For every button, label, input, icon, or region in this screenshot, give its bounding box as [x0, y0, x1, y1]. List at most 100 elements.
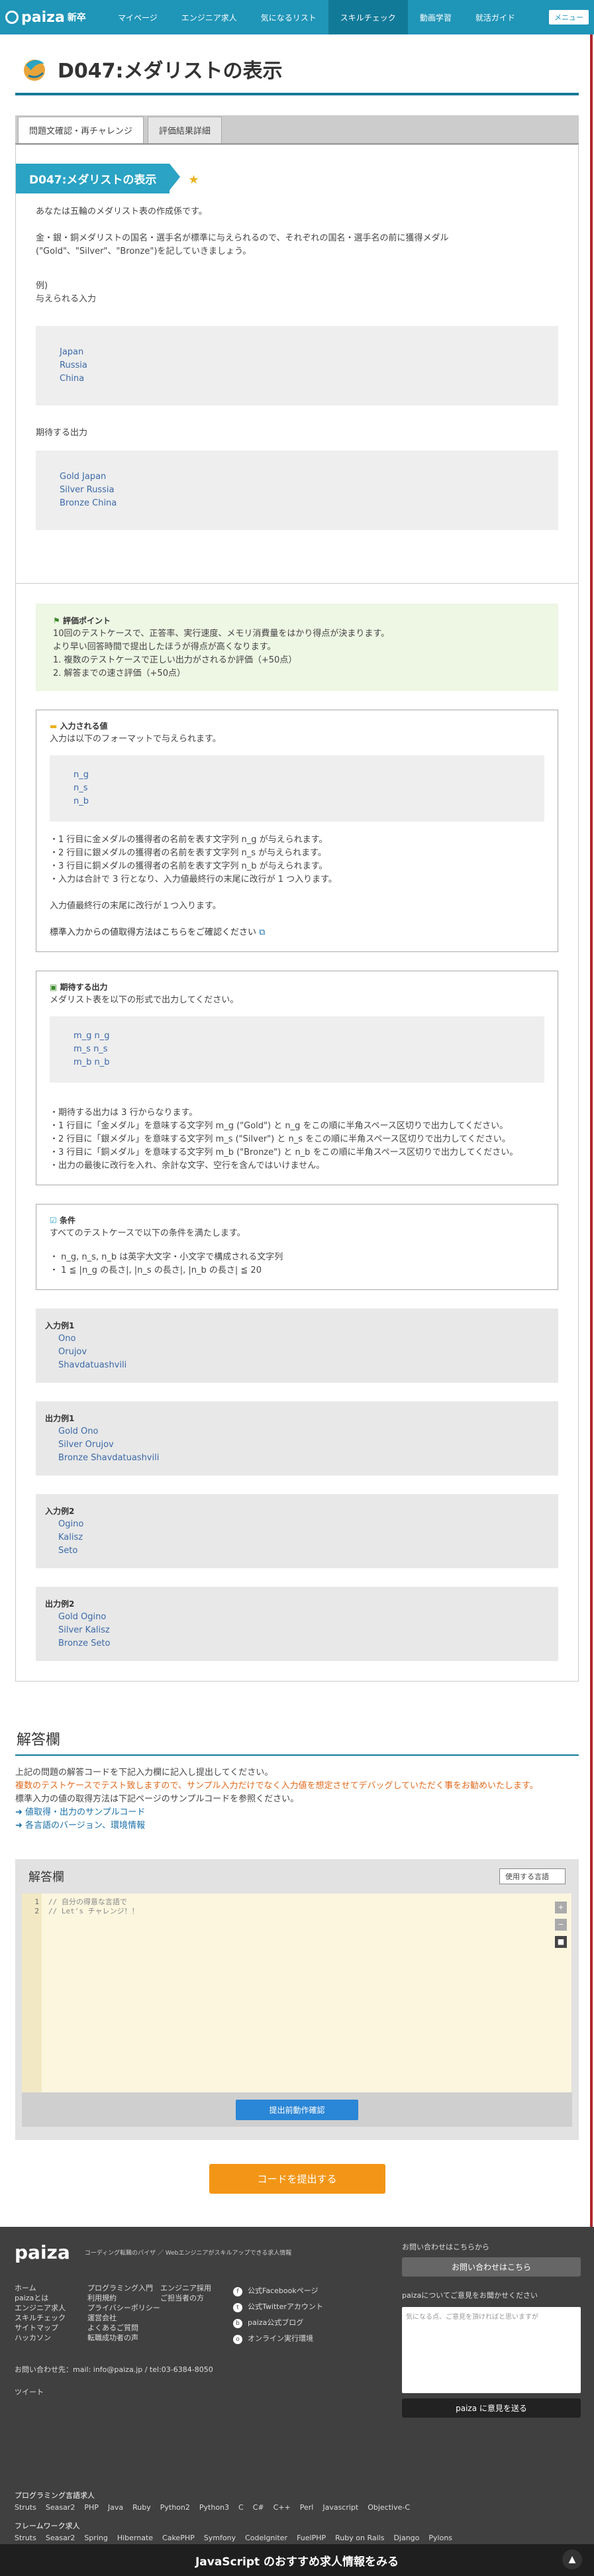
footer-link[interactable]: エンジニア採用 [160, 2283, 233, 2293]
framework-tag[interactable]: Seasar2 [46, 2534, 75, 2542]
output-spec-bullet: ・1 行目に「金メダル」を意味する文字列 m_g ("Gold") と n_g … [50, 1121, 509, 1131]
zoom-out-icon[interactable]: − [555, 1919, 567, 1931]
code-line: Japan [60, 347, 84, 357]
conditions-intro: すべてのテストケースで以下の条件を満たします。 [50, 1228, 246, 1238]
framework-tag[interactable]: FuelPHP [297, 2534, 326, 2542]
footer-link[interactable]: paizaとは [15, 2293, 87, 2303]
footer-link[interactable]: サイトマップ [15, 2323, 87, 2333]
lang-tag[interactable]: Python2 [160, 2503, 190, 2512]
line-numbers: 12 [22, 1894, 42, 2092]
input-spec-card: ▬ 入力される値 入力は以下のフォーマットで与えられます。 n_g n_s n_b … [36, 710, 558, 952]
footer-link[interactable]: スキルチェック [15, 2313, 87, 2323]
framework-tag[interactable]: CakePHP [162, 2534, 195, 2542]
check-icon: ☑ [50, 1216, 57, 1225]
submit-code-button[interactable]: コードを提出する [209, 2164, 385, 2194]
job-tags: プログラミング言語求人 Struts Seasar2 PHP Java Ruby Pyth… [15, 2491, 453, 2542]
framework-tag[interactable]: Hibernate [117, 2534, 153, 2542]
external-link-icon: ⧉ [259, 928, 266, 938]
footer-link[interactable]: 運営会社 [87, 2313, 160, 2323]
top-navbar: paiza 新卒 マイページ エンジニア求人 気になるリスト スキルチェック 動画学習 就活… [0, 0, 594, 34]
lang-tag[interactable]: Struts [15, 2503, 36, 2512]
job-banner[interactable]: JavaScript のおすすめ求人情報をみる [0, 2544, 594, 2576]
framework-tag[interactable]: Spring [84, 2534, 108, 2542]
scoring-line: より早い回答時間で提出したほうが得点が高くなります。 [53, 642, 276, 652]
answer-heading: 解答欄 [15, 1728, 579, 1756]
tab-problem[interactable]: 問題文確認・再チャレンジ [18, 117, 144, 143]
editor-code[interactable]: // 自分の得意な言語で// Let's チャレンジ！！ [42, 1894, 572, 2092]
nav-item[interactable]: エンジニア求人 [170, 0, 249, 34]
footer-link[interactable]: プライバシーポリシー [87, 2303, 160, 2313]
input-spec-bullet: ・1 行目に金メダルの獲得者の名前を表す文字列 n_g が与えられます。 [50, 835, 328, 845]
tab-result-detail[interactable]: 評価結果詳細 [147, 117, 222, 143]
lang-tag[interactable]: Seasar2 [46, 2503, 75, 2512]
scroll-top-icon[interactable]: ▲ [562, 2549, 582, 2569]
framework-tag[interactable]: Struts [15, 2534, 36, 2542]
code-line: Bronze China [60, 498, 117, 508]
scoring-title: 評価ポイント [62, 616, 111, 625]
lang-tag[interactable]: PHP [84, 2503, 99, 2512]
menu-button[interactable]: メニュー [549, 10, 589, 25]
code-editor[interactable]: 12 // 自分の得意な言語で// Let's チャレンジ！！ + − ■ [22, 1894, 572, 2092]
footer-contact: お問い合わせはこちらから お問い合わせはこちら paizaについてご意見をお聞か… [402, 2241, 581, 2418]
framework-tag[interactable]: CodeIgniter [245, 2534, 287, 2542]
footer-link[interactable]: プログラミング入門 [87, 2283, 160, 2293]
lang-tag[interactable]: Python3 [199, 2503, 229, 2512]
lang-tag[interactable]: C [238, 2503, 244, 2512]
send-opinion-button[interactable]: paiza に意見を送る [402, 2398, 581, 2418]
sample-code-link[interactable]: 値取得・出力のサンプルコード [25, 1807, 145, 1817]
footer-col-3: エンジニア採用 ご担当者の方 [160, 2283, 233, 2347]
framework-tag[interactable]: Symfony [204, 2534, 236, 2542]
lang-tag[interactable]: Ruby [132, 2503, 151, 2512]
footer-link[interactable]: よくあるご質問 [87, 2323, 160, 2333]
footer-link[interactable]: エンジニア求人 [15, 2303, 87, 2313]
nav-item[interactable]: 気になるリスト [249, 0, 328, 34]
output-spec-card: ▣ 期待する出力 メダリスト表を以下の形式で出力してください。 m_g n_g m… [36, 971, 558, 1185]
problem-intro: あなたは五輪のメダリスト表の作成係です。 [36, 207, 207, 217]
input-spec-bullet: ・入力は合計で 3 行となり、入力値最終行の末尾に改行が 1 つ入ります。 [50, 875, 337, 885]
version-info-link[interactable]: 各言語のバージョン、環境情報 [25, 1821, 145, 1831]
nav-item[interactable]: スキルチェック [328, 0, 408, 34]
scoring-line: 1. 複数のテストケースで正しい出力がされるか評価（+50点） [53, 655, 297, 665]
footer: paiza コーディング転職のパイザ ／ Webエンジニアがスキルアップできる求人… [0, 2227, 594, 2576]
lang-tag[interactable]: Java [108, 2503, 123, 2512]
footer-tagline: コーディング転職のパイザ ／ Webエンジニアがスキルアップできる求人情報 [84, 2250, 292, 2257]
nav-item[interactable]: 動画学習 [408, 0, 464, 34]
footer-link[interactable]: ハッカソン [15, 2333, 87, 2343]
lang-tag[interactable]: C# [253, 2503, 264, 2512]
lang-tag[interactable]: Perl [300, 2503, 314, 2512]
input-format-code: n_g n_s n_b [50, 755, 544, 822]
framework-tag[interactable]: Pylons [428, 2534, 452, 2542]
stdin-help-link[interactable]: 標準入力からの値取得方法はこちらをご確認ください [50, 928, 256, 938]
nav-item[interactable]: 就活ガイド [464, 0, 527, 34]
lang-tag[interactable]: C++ [273, 2503, 291, 2512]
nav-item[interactable]: マイページ [106, 0, 170, 34]
online-ide-link[interactable]: o オンライン実行環境 [233, 2331, 323, 2347]
lang-tag[interactable]: Objective-C [368, 2503, 410, 2512]
run-check-button[interactable]: 提出前動作確認 [236, 2099, 358, 2120]
page-title-row: D047:メダリストの表示 [15, 34, 579, 95]
star-icon[interactable]: ★ [188, 173, 199, 187]
framework-tag[interactable]: Ruby on Rails [335, 2534, 384, 2542]
blog-link[interactable]: b paiza公式ブログ [233, 2315, 323, 2331]
paiza-logo[interactable]: paiza 新卒 [5, 9, 106, 26]
facebook-link[interactable]: f 公式Facebookページ [233, 2283, 323, 2299]
output-spec-bullet: ・期待する出力は 3 行からなります。 [50, 1108, 198, 1118]
footer-logo[interactable]: paiza [15, 2241, 70, 2263]
code-line: China [60, 374, 85, 384]
opinion-textarea[interactable]: 気になる点、ご意見を頂ければと思いますが [402, 2307, 581, 2393]
contact-button[interactable]: お問い合わせはこちら [402, 2257, 581, 2277]
zoom-in-icon[interactable]: + [555, 1902, 567, 1913]
problem-desc: 金・銀・銅メダリストの国名・選手名が標準に与えられるので、それぞれの国名・選手名… [36, 233, 449, 256]
footer-link[interactable]: 転職成功者の声 [87, 2333, 160, 2343]
theme-icon[interactable]: ■ [555, 1936, 567, 1948]
paiza-bird-icon [24, 60, 45, 81]
footer-link[interactable]: ご担当者の方 [160, 2293, 233, 2303]
answer-notes: 上記の問題の解答コードを下記入力欄に記入し提出してください。 複数のテストケース… [15, 1768, 538, 1831]
framework-tag[interactable]: Django [393, 2534, 419, 2542]
footer-link[interactable]: 利用規約 [87, 2293, 160, 2303]
twitter-link[interactable]: t 公式Twitterアカウント [233, 2299, 323, 2315]
lang-tag[interactable]: Javascript [322, 2503, 358, 2512]
language-select[interactable]: 使用する言語 [499, 1868, 566, 1884]
footer-link[interactable]: ホーム [15, 2283, 87, 2293]
arrow-icon: ➜ [15, 1821, 23, 1831]
